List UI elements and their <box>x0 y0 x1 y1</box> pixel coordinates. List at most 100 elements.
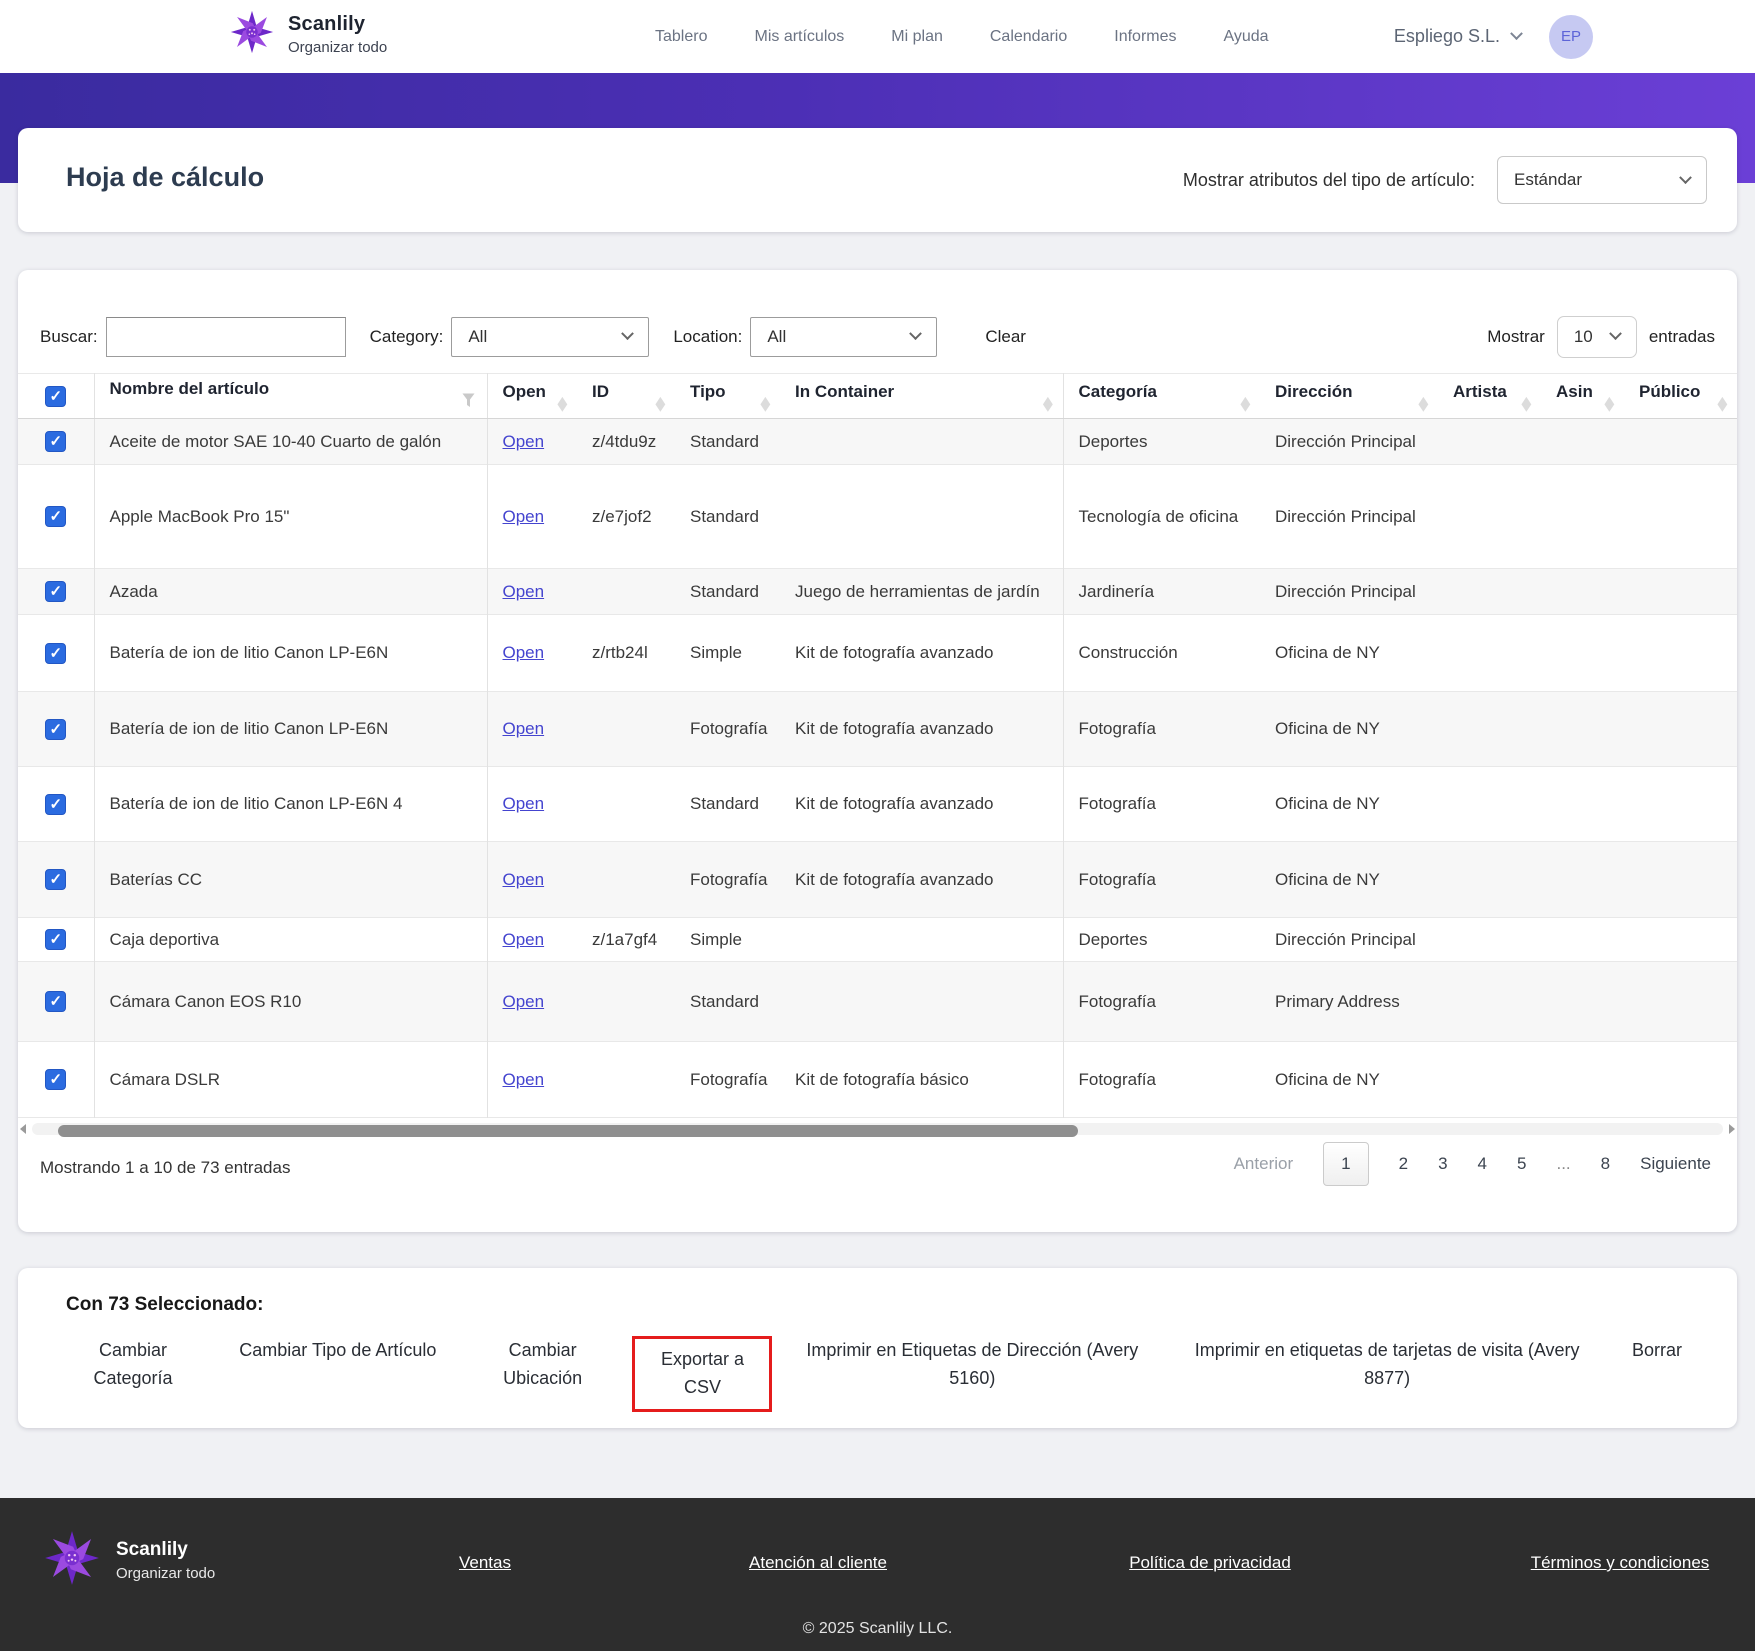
open-link[interactable]: Open <box>503 507 545 526</box>
search-input[interactable] <box>105 316 346 357</box>
location-select[interactable]: All <box>750 316 938 357</box>
cell-artista <box>1438 419 1541 465</box>
bulk-action-cambiar-ubicacion[interactable]: Cambiar Ubicación <box>468 1336 618 1392</box>
cell-name: Batería de ion de litio Canon LP-E6N 4 <box>94 766 488 842</box>
bulk-action-exportar-a-csv[interactable]: Exportar a CSV <box>632 1336 773 1412</box>
cell-asin <box>1541 767 1624 842</box>
bulk-action-borrar[interactable]: Borrar <box>1617 1336 1697 1364</box>
row-checkbox[interactable] <box>45 642 67 664</box>
copyright: © 2025 Scanlily LLC. <box>802 1620 953 1637</box>
cell-id <box>577 692 675 767</box>
pagination-page-3[interactable]: 3 <box>1438 1154 1447 1174</box>
cell-asin <box>1541 692 1624 767</box>
cell-name: Apple MacBook Pro 15" <box>94 464 488 569</box>
row-checkbox[interactable] <box>45 929 67 950</box>
cell-categoria: Fotografía <box>1078 719 1157 738</box>
cell-publico <box>1624 465 1737 569</box>
row-checkbox[interactable] <box>45 793 67 815</box>
nav-item-tablero[interactable]: Tablero <box>655 28 707 46</box>
bulk-action-cambiar-categoria[interactable]: Cambiar Categoría <box>58 1336 208 1392</box>
avatar[interactable]: EP <box>1549 14 1593 59</box>
nav-item-calendario[interactable]: Calendario <box>990 28 1067 46</box>
row-checkbox[interactable] <box>45 1069 67 1090</box>
nav-item-mis-articulos[interactable]: Mis artículos <box>754 28 844 46</box>
cell-name: Cámara DSLR <box>94 1041 488 1118</box>
pagination-page-8[interactable]: 8 <box>1601 1154 1610 1174</box>
row-checkbox[interactable] <box>45 506 67 527</box>
table-row: Baterías CC Open Fotografía Kit de fotograf… <box>18 841 1737 918</box>
cell-name: Aceite de motor SAE 10-40 Cuarto de galó… <box>94 418 488 465</box>
spreadsheet-card: Buscar: Category: All Location: All Clea… <box>18 270 1737 1232</box>
sort-icon: ◆ <box>1240 392 1250 414</box>
open-link[interactable]: Open <box>503 643 545 662</box>
cell-container <box>780 961 1064 1042</box>
open-link[interactable]: Open <box>503 1070 545 1089</box>
col-header-p-blico[interactable]: ◆ Público <box>1624 373 1737 419</box>
nav-item-informes[interactable]: Informes <box>1114 28 1176 46</box>
page-size-select[interactable]: 10 <box>1556 315 1637 358</box>
open-link[interactable]: Open <box>503 870 545 889</box>
bulk-action-cambiar-tipo-de-articulo[interactable]: Cambiar Tipo de Artículo <box>223 1336 453 1364</box>
cell-publico <box>1624 767 1737 842</box>
col-header-open[interactable]: ◆ Open <box>487 373 577 419</box>
col-header-in-container[interactable]: ◆ In Container <box>780 373 1064 419</box>
col-header-nombre-del-art-culo[interactable]: Nombre del artículo <box>94 373 488 419</box>
pagination-next[interactable]: Siguiente <box>1640 1154 1711 1174</box>
nav-item-ayuda[interactable]: Ayuda <box>1224 28 1269 46</box>
row-checkbox[interactable] <box>45 991 67 1012</box>
scroll-left-icon[interactable] <box>20 1124 26 1134</box>
company-menu[interactable]: Espliego S.L. <box>1394 26 1523 47</box>
col-header-id[interactable]: ◆ ID <box>577 373 675 419</box>
col-header-asin[interactable]: ◆ Asin <box>1541 373 1624 419</box>
clear-filters-button[interactable]: Clear <box>985 327 1026 347</box>
bulk-action-imprimir-etiquetas-direccion[interactable]: Imprimir en Etiquetas de Dirección (Aver… <box>787 1336 1157 1392</box>
row-checkbox[interactable] <box>45 431 67 452</box>
cell-asin <box>1541 465 1624 569</box>
pagination-page-5[interactable]: 5 <box>1517 1154 1526 1174</box>
table-row: Caja deportiva Open z/1a7gf4 Simple Deportes… <box>18 917 1737 962</box>
open-link[interactable]: Open <box>503 432 545 451</box>
pagination-page-1[interactable]: 1 <box>1323 1142 1369 1186</box>
category-select[interactable]: All <box>451 316 650 357</box>
nav-item-mi-plan[interactable]: Mi plan <box>891 28 943 46</box>
open-link[interactable]: Open <box>503 992 545 1011</box>
cell-id: z/rtb24l <box>592 643 648 662</box>
col-header-categor-a[interactable]: ◆ Categoría <box>1063 373 1260 419</box>
cell-tipo: Fotografía <box>690 869 768 889</box>
bulk-action-imprimir-tarjetas-visita[interactable]: Imprimir en etiquetas de tarjetas de vis… <box>1172 1336 1602 1392</box>
row-select-cell <box>18 961 95 1042</box>
cell-direccion: Dirección Principal <box>1275 581 1416 601</box>
cell-id: z/4tdu9z <box>592 431 657 451</box>
table-row: Azada Open Standard Juego de herramientas d… <box>18 568 1737 615</box>
footer-link-atencion-al-cliente[interactable]: Atención al cliente <box>749 1553 887 1573</box>
footer-link-ventas[interactable]: Ventas <box>459 1553 511 1573</box>
col-header-direcci-n[interactable]: ◆ Dirección <box>1260 373 1438 419</box>
col-header-artista[interactable]: ◆ Artista <box>1438 373 1541 419</box>
horizontal-scrollbar-thumb[interactable] <box>58 1125 1078 1137</box>
col-header-tipo[interactable]: ◆ Tipo <box>675 373 780 419</box>
filter-icon[interactable] <box>462 393 475 413</box>
open-link[interactable]: Open <box>503 794 545 813</box>
cell-container <box>780 418 1064 465</box>
row-checkbox[interactable] <box>45 718 67 740</box>
footer-link-terminos-y-condiciones[interactable]: Términos y condiciones <box>1531 1553 1710 1573</box>
pagination-page-2[interactable]: 2 <box>1399 1154 1408 1174</box>
cell-name: Batería de ion de litio Canon LP-E6N <box>94 614 488 692</box>
items-table: Nombre del artículo◆Open◆ID◆Tipo◆In Cont… <box>18 373 1737 1118</box>
horizontal-scrollbar <box>18 1121 1737 1137</box>
open-link[interactable]: Open <box>503 719 545 738</box>
select-all-checkbox[interactable] <box>45 385 67 407</box>
attributes-select[interactable]: Estándar <box>1497 156 1707 204</box>
scroll-right-icon[interactable] <box>1729 1124 1735 1134</box>
pagination-page-4[interactable]: 4 <box>1478 1154 1487 1174</box>
cell-open: Open <box>487 419 577 465</box>
footer-link-politica-de-privacidad[interactable]: Política de privacidad <box>1129 1553 1291 1573</box>
cell-id: z/1a7gf4 <box>592 929 658 949</box>
horizontal-scrollbar-track[interactable] <box>32 1123 1723 1137</box>
row-checkbox[interactable] <box>45 869 67 890</box>
pagination-prev[interactable]: Anterior <box>1234 1154 1294 1174</box>
open-link[interactable]: Open <box>503 582 545 601</box>
row-checkbox[interactable] <box>45 581 67 602</box>
cell-container: Juego de herramientas de jardín <box>780 568 1064 615</box>
open-link[interactable]: Open <box>503 930 545 949</box>
